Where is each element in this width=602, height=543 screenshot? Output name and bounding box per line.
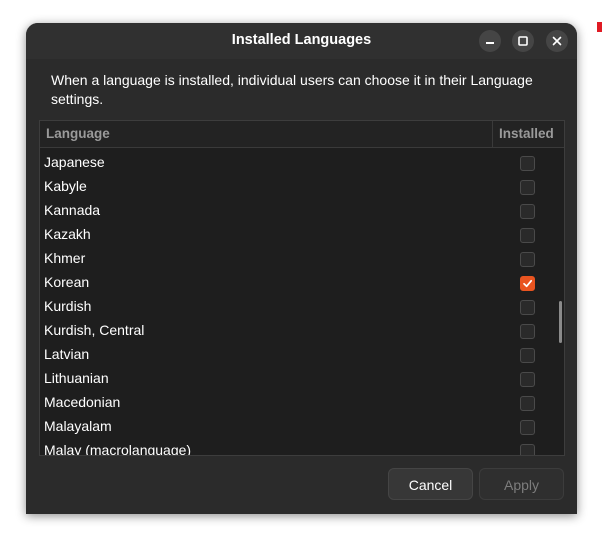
minimize-icon xyxy=(486,42,494,44)
minimize-button[interactable] xyxy=(479,30,501,52)
table-row[interactable]: Kabyle xyxy=(40,175,564,199)
language-rows: Japanese Kabyle Kannada Kazakh Khmer Korean Ku… xyxy=(40,151,564,456)
installed-checkbox[interactable] xyxy=(520,372,535,387)
language-label: Kabyle xyxy=(44,178,87,194)
column-header-language[interactable]: Language xyxy=(46,126,110,141)
installed-languages-dialog: Installed Languages When a language is i… xyxy=(26,23,577,514)
maximize-icon xyxy=(518,36,528,46)
apply-button[interactable]: Apply xyxy=(479,468,564,500)
installed-checkbox[interactable] xyxy=(520,204,535,219)
list-header: Language Installed xyxy=(40,121,564,148)
language-label: Kazakh xyxy=(44,226,91,242)
language-label: Khmer xyxy=(44,250,86,266)
table-row[interactable]: Korean xyxy=(40,271,564,295)
installed-checkbox[interactable] xyxy=(520,180,535,195)
installed-checkbox[interactable] xyxy=(520,156,535,171)
language-label: Latvian xyxy=(44,346,90,362)
close-button[interactable] xyxy=(546,30,568,52)
cancel-button[interactable]: Cancel xyxy=(388,468,473,500)
table-row[interactable]: Kurdish xyxy=(40,295,564,319)
installed-checkbox[interactable] xyxy=(520,444,535,455)
table-row[interactable]: Kazakh xyxy=(40,223,564,247)
language-label: Lithuanian xyxy=(44,370,109,386)
installed-checkbox[interactable] xyxy=(520,300,535,315)
scrollbar[interactable] xyxy=(559,301,562,343)
language-label: Malay (macrolanguage) xyxy=(44,442,192,456)
language-label: Kurdish, Central xyxy=(44,322,145,338)
table-row[interactable]: Malay (macrolanguage) xyxy=(40,439,564,456)
table-row[interactable]: Kurdish, Central xyxy=(40,319,564,343)
maximize-button[interactable] xyxy=(512,30,534,52)
installed-checkbox[interactable] xyxy=(520,324,535,339)
column-separator xyxy=(492,121,493,147)
installed-checkbox[interactable] xyxy=(520,252,535,267)
table-row[interactable]: Khmer xyxy=(40,247,564,271)
dialog-description: When a language is installed, individual… xyxy=(51,72,533,107)
table-row[interactable]: Japanese xyxy=(40,151,564,175)
installed-checkbox[interactable] xyxy=(520,228,535,243)
table-row[interactable]: Malayalam xyxy=(40,415,564,439)
installed-checkbox[interactable] xyxy=(520,348,535,363)
installed-checkbox[interactable] xyxy=(520,420,535,435)
close-icon xyxy=(552,36,562,46)
title-bar: Installed Languages xyxy=(26,23,577,59)
table-row[interactable]: Lithuanian xyxy=(40,367,564,391)
language-label: Macedonian xyxy=(44,394,121,410)
language-label: Japanese xyxy=(44,154,105,170)
language-label: Kurdish xyxy=(44,298,92,314)
language-list[interactable]: Language Installed Japanese Kabyle Kannada… xyxy=(39,120,565,456)
column-header-installed[interactable]: Installed xyxy=(499,126,554,141)
checkmark-icon xyxy=(523,279,533,288)
table-row[interactable]: Macedonian xyxy=(40,391,564,415)
table-row[interactable]: Latvian xyxy=(40,343,564,367)
language-label: Kannada xyxy=(44,202,101,218)
language-label: Malayalam xyxy=(44,418,112,434)
installed-checkbox[interactable] xyxy=(520,276,535,291)
table-row[interactable]: Kannada xyxy=(40,199,564,223)
language-label: Korean xyxy=(44,274,90,290)
red-marker xyxy=(597,22,602,32)
installed-checkbox[interactable] xyxy=(520,396,535,411)
